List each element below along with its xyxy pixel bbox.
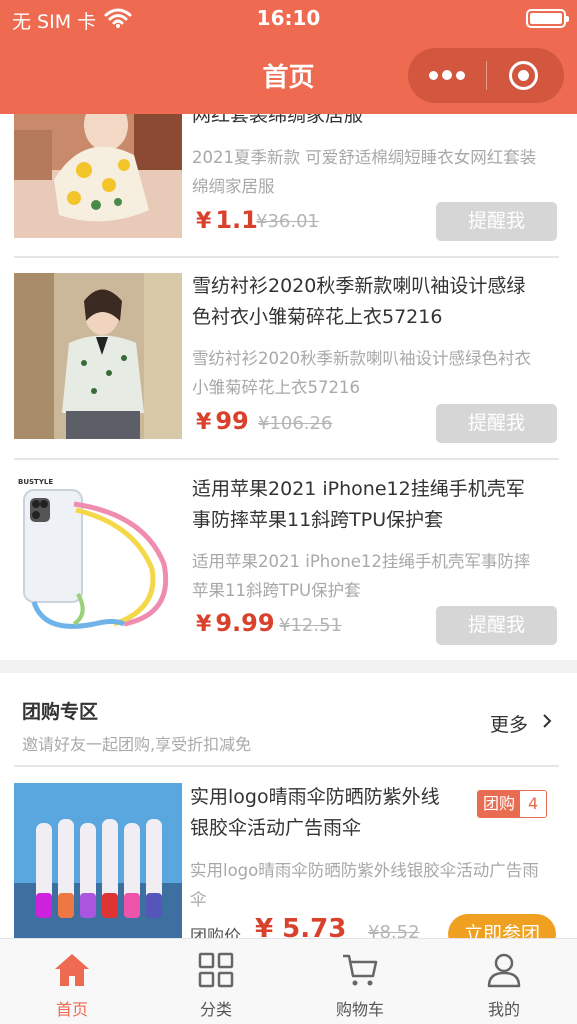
product-title: 适用苹果2021 iPhone12挂绳手机壳军事防摔苹果11斜跨TPU保护套 [192,478,525,531]
home-icon [55,954,89,986]
battery-icon [526,9,569,28]
tab-cart[interactable]: 购物车 [288,939,432,1024]
original-price: ¥12.51 [279,615,342,636]
chevron-right-icon[interactable] [540,714,554,728]
group-buy-subtitle: 邀请好友一起团购,享受折扣减免 [22,735,252,754]
divider [14,458,559,460]
remind-me-button[interactable]: 提醒我 [436,202,557,241]
tab-profile[interactable]: 我的 [432,939,576,1024]
tab-label: 我的 [487,1000,520,1019]
remind-me-button[interactable]: 提醒我 [436,606,557,645]
status-bar: 无 SIM 卡 16:10 [0,0,577,40]
section-separator [0,660,577,673]
badge-label: 团购 [478,791,521,817]
divider [14,256,559,258]
product-description: 2021夏季新款 可爱舒适棉绸短睡衣女网红套装绵绸家居服 [192,148,537,196]
currency-symbol: ¥ [196,612,212,637]
product-description: 适用苹果2021 iPhone12挂绳手机壳军事防摔苹果11斜跨TPU保护套 [192,552,531,600]
cart-icon [343,954,378,986]
currency-symbol: ¥ [196,209,212,234]
product-price: ¥9.99 [196,609,275,637]
group-buy-title: 团购专区 [22,701,99,723]
product-price: ¥99 [196,407,249,435]
tab-bar: 首页 分类 购物车 我的 [0,938,577,1024]
product-image-umbrella[interactable] [14,783,182,938]
remind-me-button[interactable]: 提醒我 [436,404,557,443]
mini-program-capsule [408,48,564,103]
price-value: 9.99 [215,609,275,637]
price-value: 99 [215,407,249,435]
close-target-icon[interactable] [486,48,564,103]
product-description: 实用logo晴雨伞防晒防紫外线银胶伞活动广告雨伞 [190,861,539,909]
price-value: 1.1 [215,206,258,234]
product-price: ¥1.1 [196,206,258,234]
grid-icon [198,952,234,988]
more-link[interactable]: 更多 [490,710,528,737]
tab-category[interactable]: 分类 [144,939,288,1024]
original-price: ¥36.01 [256,211,319,232]
badge-count: 4 [520,791,547,817]
product-image-phone-case[interactable]: BUSTYLE [14,474,182,640]
tab-label: 购物车 [335,1000,384,1019]
brand-logo: BUSTYLE [18,478,53,486]
group-buy-badge: 团购 4 [477,790,548,818]
user-icon [487,953,521,988]
product-description: 雪纺衬衫2020秋季新款喇叭袖设计感绿色衬衣小雏菊碎花上衣57216 [192,349,531,397]
tab-label: 分类 [199,1000,232,1019]
tab-label: 首页 [55,1000,88,1019]
status-time: 16:10 [256,6,321,30]
product-image-blouse[interactable] [14,273,182,439]
more-options-icon[interactable] [408,48,486,103]
app-header: 无 SIM 卡 16:10 首页 [0,0,577,114]
currency-symbol: ¥ [196,410,212,435]
product-title: 雪纺衬衫2020秋季新款喇叭袖设计感绿色衬衣小雏菊碎花上衣57216 [192,275,526,328]
tab-home[interactable]: 首页 [0,939,144,1024]
original-price: ¥106.26 [258,413,333,434]
divider [14,765,559,767]
product-title: 实用logo晴雨伞防晒防紫外线银胶伞活动广告雨伞 [190,786,440,839]
